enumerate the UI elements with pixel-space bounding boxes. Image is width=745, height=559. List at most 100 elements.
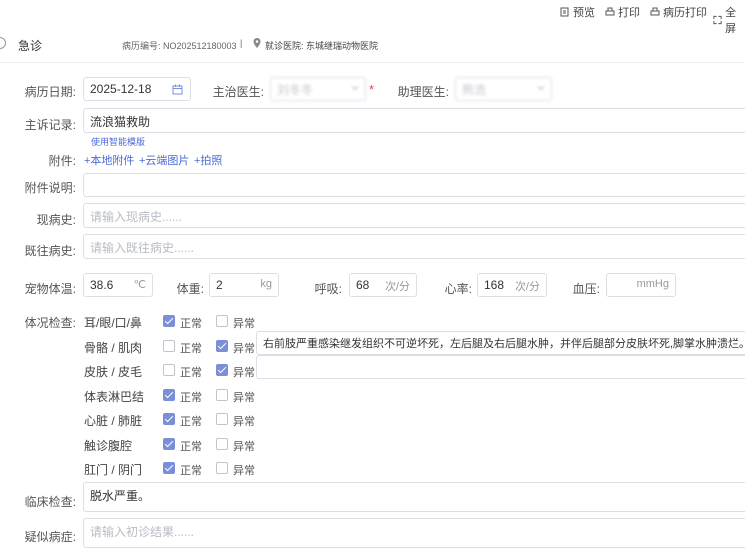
normal-checkbox[interactable] [163,462,175,474]
take-photo-link[interactable]: +拍照 [194,152,222,168]
preview-icon [560,7,569,17]
local-attach-link[interactable]: +本地附件 [84,152,134,168]
normal-label: 正常 [180,465,202,477]
normal-label: 正常 [180,441,202,453]
assistant-value: 熊浩 [462,82,487,97]
abnormal-label: 异常 [233,392,255,404]
abnormal-checkbox[interactable] [216,462,228,474]
normal-label: 正常 [180,367,202,379]
preview-button[interactable]: 预览 [560,4,595,20]
abnormal-label: 异常 [233,343,255,355]
assistant-select[interactable]: 熊浩 [455,77,552,101]
normal-checkbox[interactable] [163,413,175,425]
complaint-label: 主诉记录: [24,118,76,132]
heart-label: 心率: [444,282,472,296]
status-radio[interactable] [0,37,6,49]
abnormal-checkbox[interactable] [216,389,228,401]
date-input[interactable]: 2025-12-18 [83,77,191,101]
abnormal-checkbox[interactable] [216,413,228,425]
normal-label: 正常 [180,343,202,355]
present-placeholder: 请输入现病史...... [90,210,183,224]
abnormal-checkbox[interactable] [216,315,228,327]
abnormal-checkbox[interactable] [216,438,228,450]
abnormal-label: 异常 [233,367,255,379]
fullscreen-button[interactable]: 全屏 [713,4,745,36]
bp-input[interactable]: mmHg [606,273,676,297]
weight-input[interactable]: 2 kg [209,273,279,297]
status-label: 急诊 [18,39,43,53]
chevron-down-icon [537,86,545,91]
hospital-info: 就诊医院: 东城继瑞动物医院 [265,41,379,51]
suspect-input[interactable]: 请输入初诊结果...... [83,518,745,548]
print-label: 打印 [618,7,640,19]
attach-desc-input[interactable] [83,173,745,197]
normal-label: 正常 [180,318,202,330]
bp-unit: mmHg [636,278,669,290]
date-label: 病历日期: [24,85,76,99]
complaint-input[interactable]: 流浪猫救助 [83,108,745,133]
abnormal-checkbox[interactable] [216,364,228,376]
normal-checkbox[interactable] [163,315,175,327]
weight-label: 体重: [176,282,204,296]
exam-item-name: 皮肤 / 皮毛 [84,365,143,379]
abnormal-note: 右前肢严重感染继发组织不可逆坏死，左后腿及右后腿水肿，并伴后腿部分皮肤坏死,脚掌… [263,338,745,350]
exam-item-name: 骨骼 / 肌肉 [84,341,143,355]
abnormal-note-input[interactable] [256,355,745,379]
abnormal-label: 异常 [233,441,255,453]
record-number: 病历编号: NO202512180003 [122,41,237,51]
record-print-label: 病历打印 [663,7,707,19]
present-input[interactable]: 请输入现病史...... [83,203,745,228]
normal-checkbox[interactable] [163,389,175,401]
heart-unit: 次/分 [514,281,540,293]
chevron-down-icon [351,86,359,91]
resp-input[interactable]: 68 次/分 [349,273,417,297]
complaint-value: 流浪猫救助 [90,115,151,129]
clinical-input[interactable]: 脱水严重。 [83,482,745,512]
date-value: 2025-12-18 [90,82,152,96]
heart-value: 168 [484,278,505,292]
preview-label: 预览 [573,7,595,19]
doctor-value: 刘冬冬 [277,82,314,97]
normal-checkbox[interactable] [163,364,175,376]
smart-template-link[interactable]: 使用智能模版 [91,135,145,148]
exam-item-name: 肛门 / 阴门 [84,463,143,477]
attach-desc-label: 附件说明: [24,181,76,195]
exam-label: 体况检查: [24,316,76,330]
doctor-label: 主治医生: [212,85,264,99]
doctor-select[interactable]: 刘冬冬 [270,77,366,101]
printer-icon [605,7,615,16]
resp-unit: 次/分 [384,281,410,293]
normal-checkbox[interactable] [163,340,175,352]
suspect-label: 疑似病症: [24,530,76,544]
clinical-label: 临床检查: [24,495,76,509]
fullscreen-icon [713,15,722,25]
assistant-label: 助理医生: [397,85,449,99]
normal-label: 正常 [180,416,202,428]
fullscreen-label: 全屏 [725,7,737,35]
exam-item-name: 体表淋巴结 [84,390,145,404]
bp-label: 血压: [572,282,600,296]
record-print-button[interactable]: 病历打印 [650,4,707,20]
weight-value: 2 [216,278,223,292]
printer-icon [650,7,660,16]
print-button[interactable]: 打印 [605,4,640,20]
resp-label: 呼吸: [314,282,342,296]
attach-label: 附件: [48,154,76,168]
abnormal-checkbox[interactable] [216,340,228,352]
location-icon [253,38,261,48]
past-placeholder: 请输入既往病史...... [90,241,195,255]
abnormal-note-input[interactable]: 右前肢严重感染继发组织不可逆坏死，左后腿及右后腿水肿，并伴后腿部分皮肤坏死,脚掌… [256,331,745,355]
normal-checkbox[interactable] [163,438,175,450]
temp-input[interactable]: 38.6 ℃ [83,273,153,297]
heart-input[interactable]: 168 次/分 [477,273,547,297]
past-input[interactable]: 请输入既往病史...... [83,234,745,259]
header-divider [0,62,745,63]
exam-item-name: 耳/眼/口/鼻 [84,316,143,330]
cloud-image-link[interactable]: +云端图片 [139,152,189,168]
temp-unit: ℃ [133,279,146,291]
suspect-placeholder: 请输入初诊结果...... [90,525,195,539]
exam-item-name: 触诊腹腔 [84,439,133,453]
clinical-value: 脱水严重。 [90,489,151,503]
calendar-icon [172,84,183,95]
header-separator: | [240,38,243,48]
